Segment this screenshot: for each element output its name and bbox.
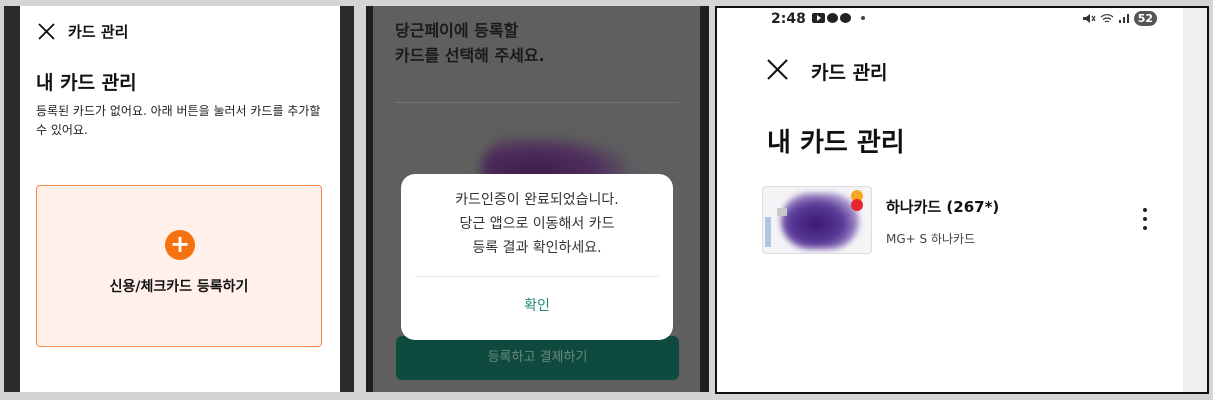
card-image <box>762 186 872 254</box>
card-chip-icon <box>777 208 787 216</box>
divider <box>395 102 679 103</box>
message-icon <box>840 13 851 23</box>
dialog-message-line: 등록 결과 확인하세요. <box>472 240 602 256</box>
card-product: MG+ S 하나카드 <box>886 232 976 246</box>
screenshot-panel-2: 당근페이에 등록할 카드를 선택해 주세요. 등록하고 결제하기 카드인증이 완… <box>366 6 709 392</box>
card-brand-strip <box>765 217 771 247</box>
page-heading: 당근페이에 등록할 카드를 선택해 주세요. <box>395 18 685 68</box>
battery-indicator: 52 <box>1133 11 1157 26</box>
more-vertical-icon[interactable] <box>1142 208 1148 234</box>
mute-icon <box>1082 14 1096 23</box>
screen: 2:48 52 카드 관리 내 카드 관리 하나카드 (267*) MG+ S … <box>743 8 1183 392</box>
screenshot-panel-3: 2:48 52 카드 관리 내 카드 관리 하나카드 (267*) MG+ S … <box>715 6 1209 394</box>
add-card-label: 신용/체크카드 등록하기 <box>109 279 249 295</box>
side-gutter <box>1183 8 1207 392</box>
signal-icon <box>1118 14 1129 23</box>
youtube-icon <box>812 13 825 23</box>
card-art <box>781 193 859 249</box>
notification-icons <box>812 13 865 23</box>
section-heading: 내 카드 관리 <box>36 72 137 94</box>
screen: 당근페이에 등록할 카드를 선택해 주세요. 등록하고 결제하기 카드인증이 완… <box>373 6 700 392</box>
screenshot-panel-1: 카드 관리 내 카드 관리 등록된 카드가 없어요. 아래 버튼을 눌러서 카드… <box>4 6 354 392</box>
page-title: 카드 관리 <box>811 62 888 84</box>
close-icon[interactable] <box>38 23 55 40</box>
heading-line: 카드를 선택해 주세요. <box>395 46 545 65</box>
confirm-button[interactable]: 확인 <box>401 286 673 326</box>
mastercard-icon <box>851 199 863 211</box>
wifi-icon <box>1100 14 1114 23</box>
close-icon[interactable] <box>767 59 788 80</box>
alert-dialog: 카드인증이 완료되었습니다. 당근 앱으로 이동해서 카드 등록 결과 확인하세… <box>401 174 673 340</box>
talk-icon <box>827 13 838 23</box>
page-title: 카드 관리 <box>68 23 129 41</box>
plus-icon: + <box>165 230 195 260</box>
dialog-message-line: 카드인증이 완료되었습니다. <box>455 192 619 208</box>
empty-state-description: 등록된 카드가 없어요. 아래 버튼을 눌러서 카드를 추가할 수 있어요. <box>36 104 321 137</box>
dialog-message-line: 당근 앱으로 이동해서 카드 <box>459 216 615 232</box>
screen: 카드 관리 내 카드 관리 등록된 카드가 없어요. 아래 버튼을 눌러서 카드… <box>20 6 340 392</box>
system-status: 52 <box>1082 11 1157 26</box>
heading-line: 당근페이에 등록할 <box>395 21 519 40</box>
section-heading: 내 카드 관리 <box>767 128 905 158</box>
status-time: 2:48 <box>771 11 806 27</box>
dialog-message: 카드인증이 완료되었습니다. 당근 앱으로 이동해서 카드 등록 결과 확인하세… <box>401 188 673 260</box>
dialog-divider <box>415 276 659 277</box>
add-card-button[interactable]: + 신용/체크카드 등록하기 <box>36 185 322 347</box>
more-dot-icon <box>861 16 865 20</box>
card-name: 하나카드 (267*) <box>886 198 1000 216</box>
register-and-pay-button[interactable]: 등록하고 결제하기 <box>396 336 679 380</box>
